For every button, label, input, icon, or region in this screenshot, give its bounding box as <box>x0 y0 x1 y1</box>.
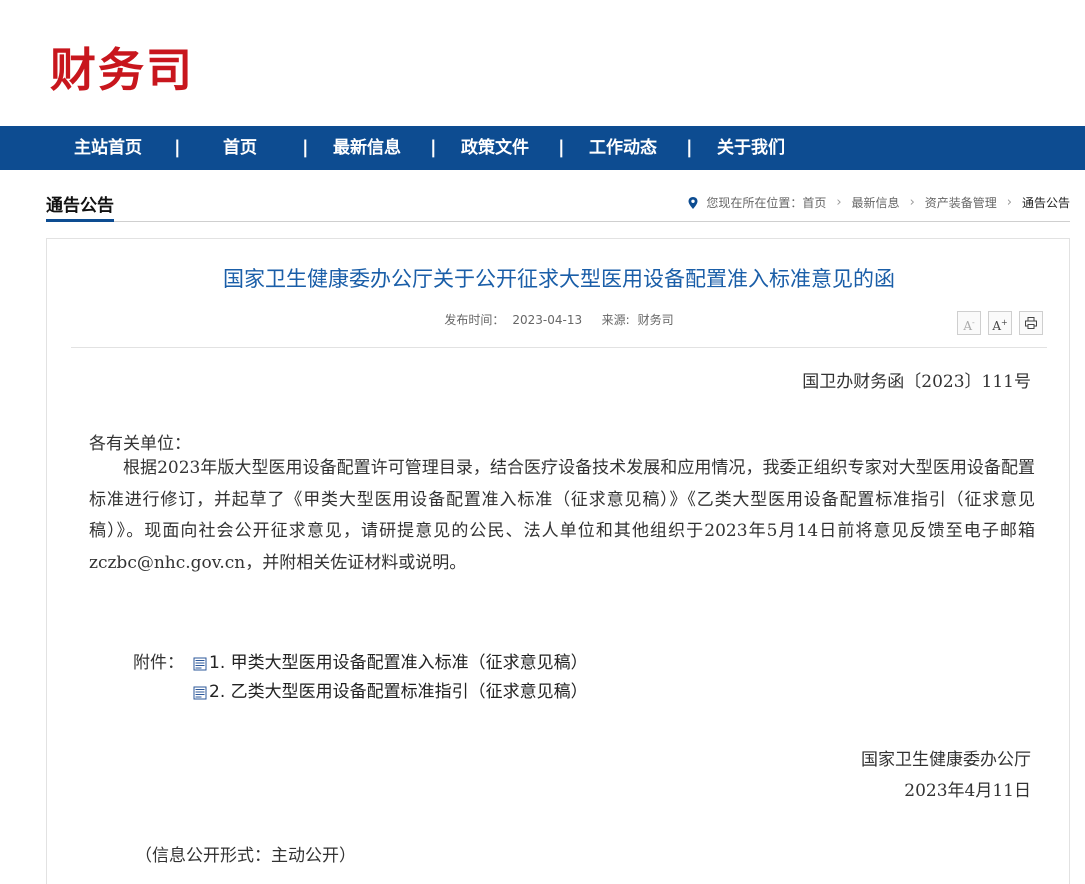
document-number: 国卫办财务函〔2023〕111号 <box>802 372 1031 392</box>
site-header: 财务司 <box>0 0 1085 126</box>
publish-date: 2023-04-13 <box>512 313 583 327</box>
nav-separator: | <box>174 137 181 158</box>
main-nav: 主站首页 | 首页 | 最新信息 | 政策文件 | 工作动态 | 关于我们 <box>0 126 1085 170</box>
source-label: 来源: <box>601 313 630 327</box>
attachment-link-1[interactable]: 1. 甲类大型医用设备配置准入标准（征求意见稿） <box>209 649 588 678</box>
publish-label: 发布时间： <box>444 313 505 327</box>
breadcrumb-latest-info[interactable]: 最新信息 <box>852 194 900 211</box>
font-larger-button[interactable]: A+ <box>988 311 1012 335</box>
signer: 国家卫生健康委办公厅 <box>861 750 1031 770</box>
nav-item-about-us[interactable]: 关于我们 <box>717 126 785 170</box>
nav-item-main-home[interactable]: 主站首页 <box>74 126 142 170</box>
source: 财务司 <box>637 313 674 327</box>
nav-item-policy-docs[interactable]: 政策文件 <box>461 126 529 170</box>
breadcrumb: 您现在所在位置： 首页 › 最新信息 › 资产装备管理 › 通告公告 <box>686 194 1070 211</box>
nav-separator: | <box>686 137 693 158</box>
attachments: 附件： 1. 甲类大型医用设备配置准入标准（征求意见稿） 2. 乙类大型医用设备… <box>133 649 588 707</box>
breadcrumb-asset-equipment[interactable]: 资产装备管理 <box>925 194 997 211</box>
section-header: 通告公告 您现在所在位置： 首页 › 最新信息 › 资产装备管理 › 通告公告 <box>46 192 1070 222</box>
sign-date: 2023年4月11日 <box>904 781 1031 801</box>
nav-separator: | <box>430 137 437 158</box>
attachment-link-2[interactable]: 2. 乙类大型医用设备配置标准指引（征求意见稿） <box>209 678 588 707</box>
print-button[interactable] <box>1019 311 1043 335</box>
breadcrumb-current: 通告公告 <box>1021 196 1070 210</box>
disclosure-note: （信息公开形式：主动公开） <box>135 846 356 866</box>
nav-item-latest-info[interactable]: 最新信息 <box>333 126 401 170</box>
site-logo[interactable]: 财务司 <box>50 34 194 100</box>
article-title: 国家卫生健康委办公厅关于公开征求大型医用设备配置准入标准意见的函 <box>223 267 895 291</box>
nav-separator: | <box>302 137 309 158</box>
signature-block: 国家卫生健康委办公厅 2023年4月11日 <box>861 745 1031 807</box>
article-tools: A- A+ <box>950 311 1043 335</box>
chevron-right-icon: › <box>1006 195 1012 210</box>
nav-separator: | <box>558 137 565 158</box>
font-smaller-button[interactable]: A- <box>957 311 981 335</box>
section-title: 通告公告 <box>46 196 114 222</box>
location-pin-icon <box>688 196 698 209</box>
chevron-right-icon: › <box>836 195 842 210</box>
article-body: 根据2023年版大型医用设备配置许可管理目录，结合医疗设备技术发展和应用情况，我… <box>89 458 1035 573</box>
article-meta: 发布时间： 2023-04-13 来源: 财务司 <box>47 311 1071 328</box>
salutation: 各有关单位： <box>89 434 191 454</box>
breadcrumb-prefix: 您现在所在位置： <box>706 196 803 210</box>
nav-item-home[interactable]: 首页 <box>223 126 257 170</box>
breadcrumb-home[interactable]: 首页 <box>802 194 826 211</box>
attachment-label: 附件： <box>133 653 184 673</box>
chevron-right-icon: › <box>909 195 915 210</box>
nav-item-work-news[interactable]: 工作动态 <box>589 126 657 170</box>
print-icon <box>1025 317 1037 329</box>
word-document-icon <box>193 657 207 670</box>
article-container: 国家卫生健康委办公厅关于公开征求大型医用设备配置准入标准意见的函 发布时间： 20… <box>46 238 1070 884</box>
divider <box>71 347 1047 348</box>
word-document-icon <box>193 686 207 699</box>
